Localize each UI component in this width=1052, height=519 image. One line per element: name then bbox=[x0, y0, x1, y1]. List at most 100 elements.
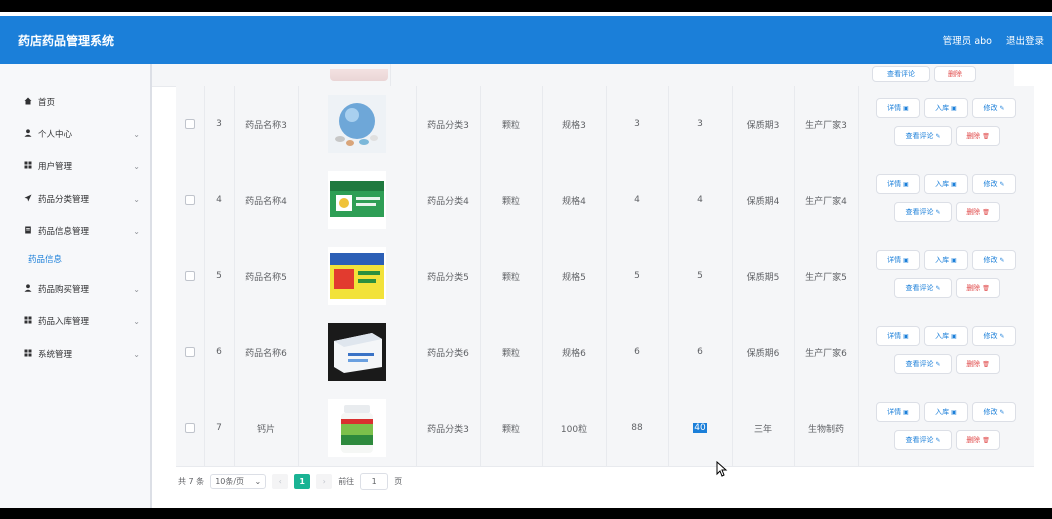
cell-shelf: 保质期5 bbox=[746, 272, 780, 283]
edit-button[interactable]: 修改 ✎ bbox=[972, 174, 1016, 194]
del-button-label: 删除 bbox=[966, 208, 981, 216]
sidebar-item-label: 药品购买管理 bbox=[38, 285, 90, 295]
sidebar-item-label: 系统管理 bbox=[38, 350, 73, 360]
image-cell bbox=[298, 314, 417, 390]
cell-price: 4 bbox=[634, 195, 640, 205]
edit-button[interactable]: 修改 ✎ bbox=[972, 326, 1016, 346]
product-image bbox=[328, 95, 386, 153]
detail-button[interactable]: 详情 ▣ bbox=[876, 402, 920, 422]
product-image bbox=[328, 323, 386, 381]
in-button[interactable]: 入库 ▣ bbox=[924, 250, 968, 270]
review-button-label: 查看评论 bbox=[905, 284, 934, 292]
in-button[interactable]: 入库 ▣ bbox=[924, 326, 968, 346]
detail-button[interactable]: 详情 ▣ bbox=[876, 326, 920, 346]
cell-spec: 规格3 bbox=[562, 120, 586, 131]
chevron-down-icon: ⌄ bbox=[254, 477, 262, 486]
sidebar-item-7[interactable]: 系统管理 ⌄ bbox=[0, 344, 140, 364]
detail-button[interactable]: 详情 ▣ bbox=[876, 98, 920, 118]
doc-icon: ▣ bbox=[951, 332, 957, 340]
edit-button[interactable]: 修改 ✎ bbox=[972, 402, 1016, 422]
scrollbar-area bbox=[1034, 64, 1052, 508]
doc-icon: ▣ bbox=[951, 408, 957, 416]
cell: 规格4 bbox=[542, 162, 607, 238]
user-icon bbox=[24, 284, 38, 294]
sidebar-item-1[interactable]: 个人中心 ⌄ bbox=[0, 124, 140, 144]
cell: 保质期6 bbox=[732, 314, 795, 390]
trash-icon: 🗑 bbox=[982, 360, 990, 368]
in-button[interactable]: 入库 ▣ bbox=[924, 98, 968, 118]
cell: 颗粒 bbox=[480, 314, 543, 390]
del-button[interactable]: 删除 🗑 bbox=[956, 126, 1000, 146]
page-size-select[interactable]: 10条/页 ⌄ bbox=[210, 474, 267, 489]
edit-button-label: 修改 bbox=[983, 104, 998, 112]
sidebar-item-6[interactable]: 药品入库管理 ⌄ bbox=[0, 311, 140, 331]
sidebar-item-label: 药品入库管理 bbox=[38, 317, 90, 327]
cell: 6 bbox=[204, 314, 235, 390]
cell: 88 bbox=[606, 390, 669, 466]
review-button[interactable]: 查看评论 ✎ bbox=[894, 278, 952, 298]
review-button[interactable]: 查看评论 bbox=[872, 66, 930, 82]
delete-button[interactable]: 删除 bbox=[934, 66, 976, 82]
detail-button-label: 详情 bbox=[887, 180, 902, 188]
prev-page-button[interactable]: ‹ bbox=[272, 474, 289, 489]
cell-form: 颗粒 bbox=[501, 120, 520, 131]
cell-stock: 40 bbox=[693, 423, 707, 433]
edit-icon: ✎ bbox=[935, 284, 941, 292]
cell-price: 88 bbox=[631, 423, 643, 433]
chevron-down-icon: ⌄ bbox=[133, 316, 140, 326]
current-page[interactable]: 1 bbox=[294, 474, 311, 489]
edit-button[interactable]: 修改 ✎ bbox=[972, 98, 1016, 118]
edit-icon: ✎ bbox=[935, 436, 941, 444]
cell-maker: 生产厂家5 bbox=[805, 272, 847, 283]
del-button-label: 删除 bbox=[966, 436, 981, 444]
pagination: 共 7 条 10条/页 ⌄ ‹ 1 › 前往 1 页 bbox=[178, 473, 402, 490]
review-button[interactable]: 查看评论 ✎ bbox=[894, 430, 952, 450]
row-checkbox[interactable] bbox=[185, 119, 195, 129]
del-button[interactable]: 删除 🗑 bbox=[956, 430, 1000, 450]
cell: 钙片 bbox=[234, 390, 299, 466]
next-page-button[interactable]: › bbox=[316, 474, 333, 489]
row-checkbox[interactable] bbox=[185, 423, 195, 433]
main-content: 查看评论 删除 3 药品名称3 药品分类3 颗粒 规格3 3 3 保质期3 生产厂家3 详情 ▣ 入库… bbox=[152, 64, 1052, 508]
sidebar-subitem-drug-info[interactable]: 药品信息 bbox=[28, 253, 62, 265]
detail-button[interactable]: 详情 ▣ bbox=[876, 174, 920, 194]
in-button-label: 入库 bbox=[935, 332, 950, 340]
del-button-label: 删除 bbox=[966, 284, 981, 292]
del-button[interactable]: 删除 🗑 bbox=[956, 202, 1000, 222]
in-button[interactable]: 入库 ▣ bbox=[924, 174, 968, 194]
sidebar-item-0[interactable]: 首页 bbox=[0, 92, 140, 112]
sidebar-item-2[interactable]: 用户管理 ⌄ bbox=[0, 156, 140, 176]
goto-label: 前往 bbox=[338, 477, 355, 486]
review-button[interactable]: 查看评论 ✎ bbox=[894, 202, 952, 222]
goto-page-input[interactable]: 1 bbox=[360, 473, 389, 490]
row-checkbox[interactable] bbox=[185, 347, 195, 357]
checkbox-cell bbox=[176, 238, 205, 314]
row-checkbox[interactable] bbox=[185, 195, 195, 205]
image-cell bbox=[298, 86, 417, 162]
in-button-label: 入库 bbox=[935, 256, 950, 264]
doc-icon: ▣ bbox=[951, 180, 957, 188]
sidebar-item-5[interactable]: 药品购买管理 ⌄ bbox=[0, 279, 140, 299]
del-button[interactable]: 删除 🗑 bbox=[956, 278, 1000, 298]
cell-spec: 规格5 bbox=[562, 272, 586, 283]
cell-stock: 6 bbox=[697, 347, 703, 357]
edit-button-label: 修改 bbox=[983, 408, 998, 416]
sidebar-item-4[interactable]: 药品信息管理 ⌄ bbox=[0, 221, 140, 241]
sidebar-item-label: 药品分类管理 bbox=[38, 195, 90, 205]
detail-button-label: 详情 bbox=[887, 408, 902, 416]
del-button[interactable]: 删除 🗑 bbox=[956, 354, 1000, 374]
send-icon bbox=[24, 194, 38, 204]
table-row: 7 钙片 药品分类3 颗粒 100粒 88 40 三年 生物制药 详情 ▣ 入库 ▣ 修改 ✎ 查看评论 ✎ 删除… bbox=[176, 390, 1038, 467]
current-user: 管理员 abo bbox=[942, 36, 992, 47]
del-button-label: 删除 bbox=[966, 132, 981, 140]
sidebar-item-3[interactable]: 药品分类管理 ⌄ bbox=[0, 189, 140, 209]
doc-icon: ▣ bbox=[951, 256, 957, 264]
review-button[interactable]: 查看评论 ✎ bbox=[894, 126, 952, 146]
review-button[interactable]: 查看评论 ✎ bbox=[894, 354, 952, 374]
detail-button[interactable]: 详情 ▣ bbox=[876, 250, 920, 270]
edit-button[interactable]: 修改 ✎ bbox=[972, 250, 1016, 270]
row-checkbox[interactable] bbox=[185, 271, 195, 281]
logout-link[interactable]: 退出登录 bbox=[1006, 33, 1044, 47]
in-button[interactable]: 入库 ▣ bbox=[924, 402, 968, 422]
image-cell bbox=[298, 390, 417, 466]
